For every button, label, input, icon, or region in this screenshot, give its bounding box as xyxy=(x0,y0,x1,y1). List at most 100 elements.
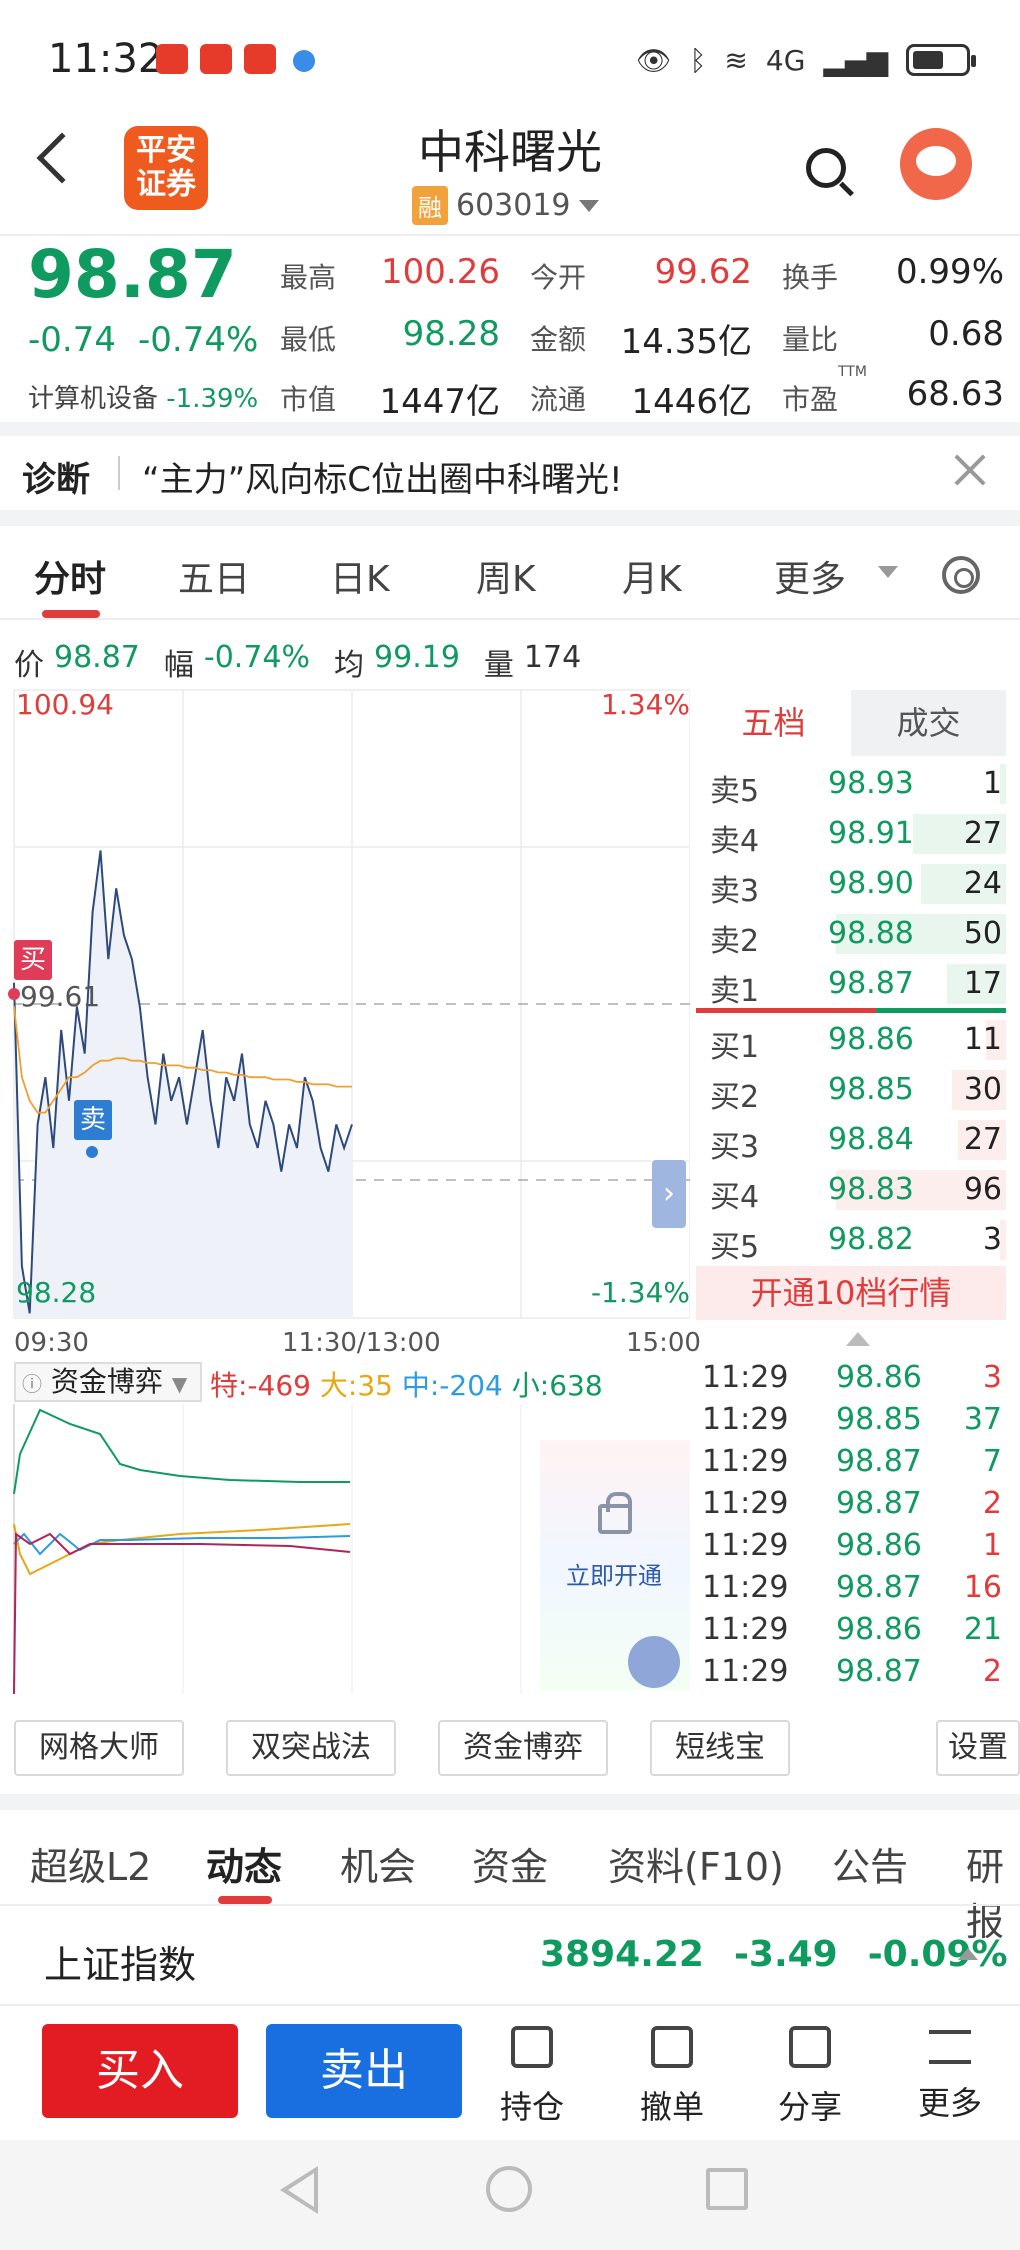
cancel-label: 撤单 xyxy=(639,2088,704,2126)
nav-home-icon[interactable] xyxy=(486,2166,532,2212)
order-book-row[interactable]: 买1 98.86 11 xyxy=(696,1016,1006,1065)
level-name: 卖5 xyxy=(710,774,760,809)
info-tab-3[interactable]: 资金 xyxy=(472,1836,548,1891)
chevron-right-icon[interactable]: › xyxy=(652,1160,686,1228)
tab-5[interactable]: 更多 xyxy=(774,550,846,602)
index-name[interactable]: 上证指数 xyxy=(44,1934,196,1989)
price-value: 98.87 xyxy=(54,640,140,675)
intraday-chart[interactable] xyxy=(0,680,690,1320)
buy-marker[interactable]: 买 xyxy=(14,940,52,980)
assistant-avatar[interactable] xyxy=(900,128,972,200)
order-book-row[interactable]: 卖2 98.88 50 xyxy=(696,910,1006,959)
info-tab-5[interactable]: 公告 xyxy=(832,1836,908,1891)
order-book-row[interactable]: 卖4 98.91 27 xyxy=(696,810,1006,859)
eye-icon: 👁 xyxy=(636,43,672,77)
index-change-pct: -0.09% xyxy=(867,1934,1008,1975)
info-tab-4[interactable]: 资料(F10) xyxy=(608,1836,784,1891)
tool-grid-master[interactable]: 网格大师 xyxy=(14,1720,184,1776)
capital-game-selector[interactable]: ⓘ 资金博弈 ▼ xyxy=(14,1362,202,1402)
sell-button[interactable]: 卖出 xyxy=(266,2024,462,2118)
stock-code-row[interactable]: 融 603019 xyxy=(412,186,599,225)
stat-label: 量比 xyxy=(782,323,839,356)
expand-icon[interactable] xyxy=(628,1636,680,1688)
tick-time: 11:29 xyxy=(702,1402,789,1437)
order-book-tabs: 五档 成交 xyxy=(696,690,1006,756)
menu-icon xyxy=(929,2030,971,2064)
diagnosis-headline[interactable]: “主力”风向标C位出圈中科曙光! xyxy=(142,452,623,501)
level-name: 买5 xyxy=(710,1230,760,1265)
y-max-label: 100.94 xyxy=(16,688,114,721)
order-book-row[interactable]: 卖3 98.90 24 xyxy=(696,860,1006,909)
open-10-levels-button[interactable]: 开通10档行情 xyxy=(696,1266,1006,1320)
level-price: 98.84 xyxy=(828,1122,914,1157)
info-tab-2[interactable]: 机会 xyxy=(340,1836,416,1891)
info-tab-0[interactable]: 超级L2 xyxy=(30,1836,151,1891)
stat-label: 今开 xyxy=(530,261,587,294)
index-change: -3.49 xyxy=(733,1934,838,1975)
level-price: 98.83 xyxy=(828,1172,914,1207)
trade-tick-row: 11:29 98.85 37 xyxy=(700,1402,1006,1444)
position-button[interactable]: 持仓 xyxy=(482,2026,582,2128)
tick-qty: 7 xyxy=(982,1444,1002,1479)
stock-name: 中科曙光 xyxy=(418,125,602,179)
more-button[interactable]: 更多 xyxy=(900,2026,1000,2124)
chevron-up-icon[interactable] xyxy=(958,1948,978,1960)
legend-small: 小:638 xyxy=(511,1369,603,1402)
chevron-up-icon[interactable] xyxy=(846,1332,870,1346)
order-book-row[interactable]: 买5 98.82 3 xyxy=(696,1216,1006,1265)
tick-time: 11:29 xyxy=(702,1360,789,1395)
order-book-row[interactable]: 买4 98.83 96 xyxy=(696,1166,1006,1215)
tool-short-line[interactable]: 短线宝 xyxy=(650,1720,790,1776)
tool-capital-game[interactable]: 资金博弈 xyxy=(438,1720,608,1776)
stat-value: 100.26 xyxy=(381,252,500,292)
sector-info[interactable]: 计算机设备 -1.39% xyxy=(28,378,258,415)
stat-label: 金额 xyxy=(530,323,587,356)
gear-icon[interactable] xyxy=(942,556,980,594)
tick-price: 98.87 xyxy=(836,1570,922,1605)
share-button[interactable]: 分享 xyxy=(760,2026,860,2128)
level-price: 98.82 xyxy=(828,1222,914,1257)
stat-value: 0.99% xyxy=(895,252,1004,292)
trade-tick-row: 11:29 98.87 16 xyxy=(700,1570,1006,1612)
capital-game-label: 资金博弈 xyxy=(50,1365,163,1398)
close-icon[interactable] xyxy=(950,450,990,490)
sell-marker[interactable]: 卖 xyxy=(74,1100,112,1140)
trade-tick-row: 11:29 98.86 3 xyxy=(700,1360,1006,1402)
tool-settings[interactable]: 设置 xyxy=(936,1720,1020,1776)
tool-double-break[interactable]: 双突战法 xyxy=(226,1720,396,1776)
chart-lines xyxy=(8,850,353,1318)
order-book-row[interactable]: 买2 98.85 30 xyxy=(696,1066,1006,1115)
tick-price: 98.85 xyxy=(836,1402,922,1437)
sector-name: 计算机设备 xyxy=(28,384,159,414)
tab-1[interactable]: 五日 xyxy=(178,550,250,602)
info-tab-1[interactable]: 动态 xyxy=(206,1836,282,1891)
y-min-label: 98.28 xyxy=(16,1276,97,1309)
tab-3[interactable]: 周K xyxy=(476,550,536,602)
order-book-row[interactable]: 卖5 98.93 1 xyxy=(696,760,1006,809)
tab-4[interactable]: 月K xyxy=(622,550,682,602)
cancel-order-button[interactable]: 撤单 xyxy=(622,2026,722,2128)
buy-button[interactable]: 买入 xyxy=(42,2024,238,2118)
active-tab-indicator xyxy=(42,610,100,618)
price-info-row: 价 98.87 幅 -0.74% 均 99.19 量 174 xyxy=(14,640,595,684)
info-tab-6[interactable]: 研报 xyxy=(966,1836,1020,1946)
order-book-row[interactable]: 卖1 98.87 17 xyxy=(696,960,1006,1009)
tab-0[interactable]: 分时 xyxy=(34,550,106,602)
level-name: 买1 xyxy=(710,1030,760,1065)
divider xyxy=(696,1008,876,1013)
tab-five-levels[interactable]: 五档 xyxy=(696,690,851,756)
nav-recent-icon[interactable] xyxy=(706,2168,748,2210)
legend-medium: 中:-204 xyxy=(401,1369,503,1402)
index-values[interactable]: 3894.22 -3.49 -0.09% xyxy=(540,1934,1008,1975)
nav-back-icon[interactable] xyxy=(280,2166,318,2214)
tab-2[interactable]: 日K xyxy=(330,550,390,602)
order-book-row[interactable]: 买3 98.84 27 xyxy=(696,1116,1006,1165)
x-tick-label: 15:00 xyxy=(626,1328,701,1358)
tab-trades[interactable]: 成交 xyxy=(851,690,1006,756)
open-now-link[interactable]: 立即开通 xyxy=(566,1556,662,1591)
index-value: 3894.22 xyxy=(540,1934,704,1975)
search-icon[interactable] xyxy=(806,148,846,188)
range-value: -0.74% xyxy=(203,640,311,675)
level-name: 卖4 xyxy=(710,824,760,859)
level-qty: 11 xyxy=(963,1022,1002,1057)
